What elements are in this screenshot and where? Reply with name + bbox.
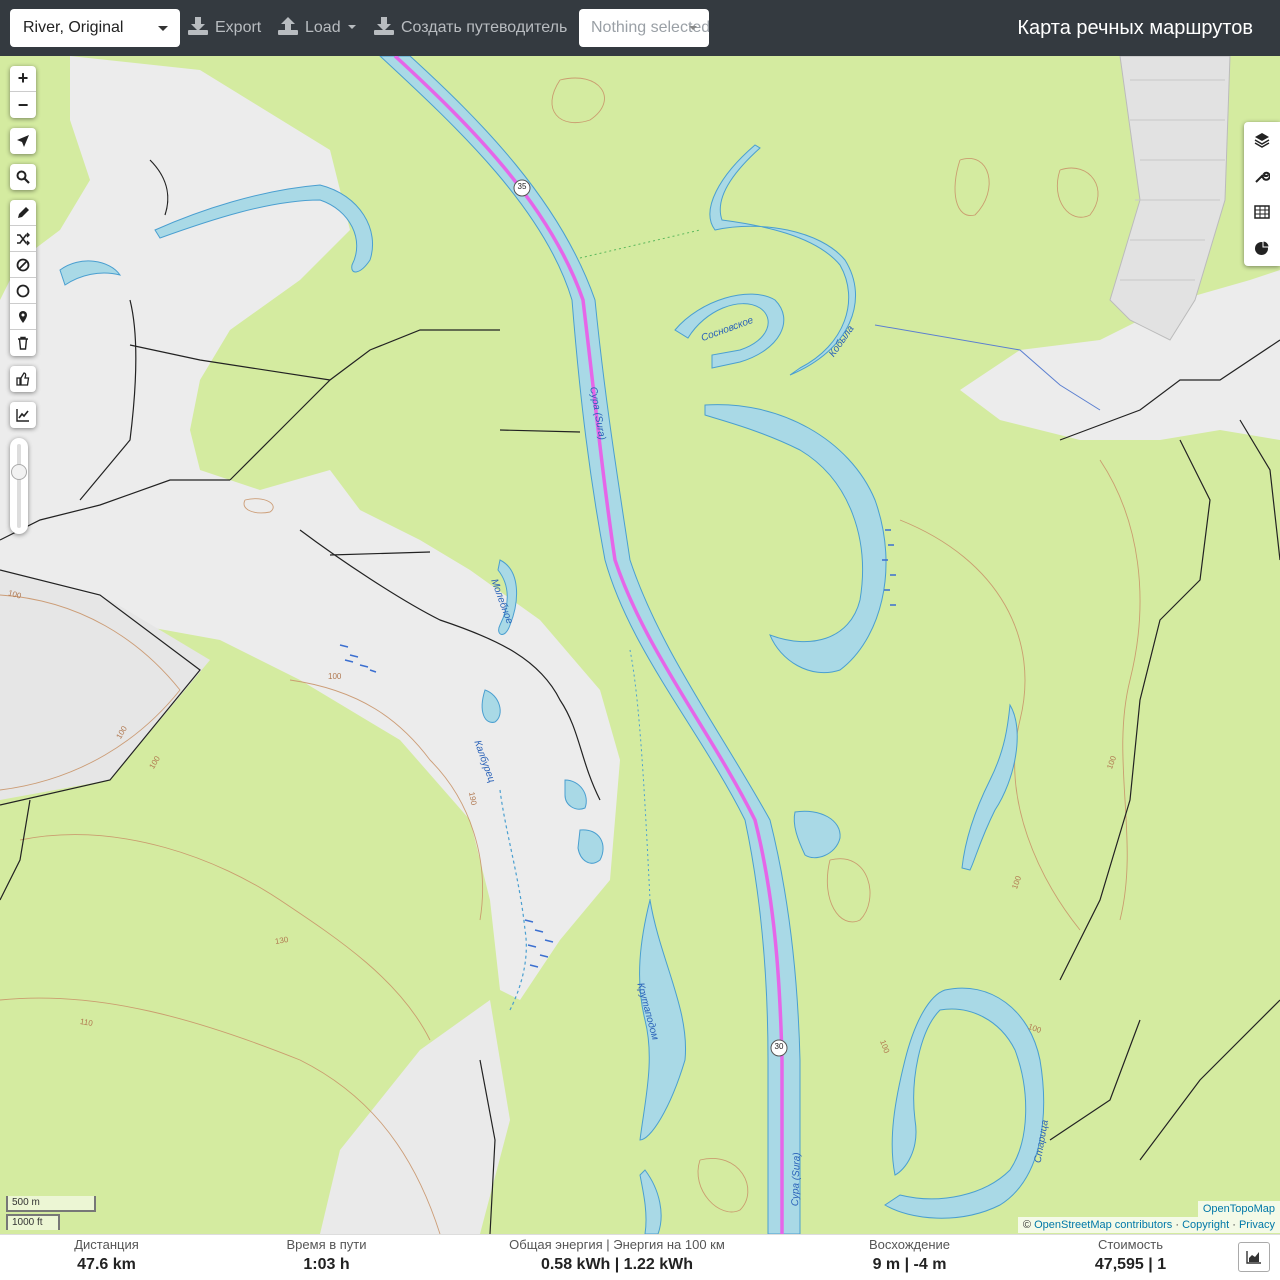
zoom-in-icon: + (17, 68, 29, 88)
opacity-slider[interactable] (10, 438, 28, 534)
avoid-area-button[interactable] (10, 252, 36, 278)
trash-icon (18, 336, 28, 350)
pencil-icon (18, 206, 29, 218)
chart-line-icon (16, 409, 29, 422)
create-guide-button[interactable]: Создать путеводитель (374, 9, 567, 47)
export-button[interactable]: Export (188, 9, 261, 47)
map-attribution: © OpenStreetMap contributors · Copyright… (1017, 1217, 1280, 1233)
km-marker-30: 30 (774, 1042, 784, 1051)
zoom-out-icon: − (17, 94, 29, 115)
stat-cost-label: Стоимость (1097, 1237, 1164, 1252)
download-icon (188, 17, 208, 35)
load-button[interactable]: Load (278, 9, 356, 47)
data-table-button[interactable] (1244, 194, 1280, 230)
locate-button[interactable] (10, 128, 36, 154)
app-title: Карта речных маршрутов (1017, 17, 1253, 39)
reverse-route-button[interactable] (10, 226, 36, 252)
export-label: Export (215, 19, 262, 36)
stat-energy-label: Общая энергия | Энергия на 100 км (509, 1237, 725, 1252)
circle-icon (16, 284, 30, 297)
feedback-button[interactable] (10, 366, 36, 392)
stats-bar: Дистанция 47.6 km Время в пути 1:03 h Об… (0, 1234, 1280, 1280)
ban-icon (16, 258, 30, 271)
area-chart-icon (1246, 1251, 1261, 1264)
stat-time-value: 1:03 h (303, 1256, 350, 1273)
pin-icon (19, 310, 27, 323)
search-icon (16, 170, 30, 184)
stat-energy-value: 0.58 kWh | 1.22 kWh (540, 1256, 694, 1273)
right-toolbar (1244, 122, 1280, 266)
draw-toolbar (10, 200, 36, 356)
osm-link[interactable]: OpenStreetMap contributors (1034, 1219, 1172, 1231)
delete-route-button[interactable] (10, 330, 36, 356)
stat-cost-value: 47,595 | 1 (1094, 1256, 1167, 1273)
stat-time-label: Время в пути (286, 1237, 367, 1252)
table-icon (1254, 205, 1270, 219)
locate-icon (17, 135, 29, 147)
zoom-out-button[interactable]: − (10, 92, 36, 118)
scale-imperial: 1000 ft (6, 1214, 60, 1230)
map-view[interactable]: 35 30 Сура (Sura) Сура (Sura) Сосновское… (0, 56, 1280, 1234)
stat-energy: Общая энергия | Энергия на 100 км 0.58 k… (492, 1236, 742, 1276)
stat-time: Время в пути 1:03 h (260, 1236, 393, 1276)
layers-button[interactable] (1244, 122, 1280, 158)
elevation-button[interactable] (10, 402, 36, 428)
profile-select-value: River, Original (23, 19, 124, 36)
km-marker-35: 35 (517, 182, 527, 191)
pie-chart-icon (1255, 240, 1270, 255)
map-tiles[interactable] (0, 56, 1280, 1234)
scale-metric: 500 m (6, 1196, 96, 1212)
circle-tool-button[interactable] (10, 278, 36, 304)
tile-attribution: OpenTopoMap (1197, 1201, 1280, 1217)
profile-select[interactable]: River, Original (10, 9, 180, 47)
selection-dropdown[interactable]: Nothing selected (579, 9, 709, 47)
elevation-control (10, 402, 36, 428)
stat-ascent-value: 9 m | -4 m (872, 1256, 947, 1273)
upload-icon (278, 17, 298, 35)
stat-cost: Стоимость 47,595 | 1 (1064, 1236, 1197, 1276)
stat-ascent: Восхождение 9 m | -4 m (843, 1236, 976, 1276)
layers-icon (1254, 133, 1270, 148)
top-navbar: River, Original Export Load Создать путе… (0, 0, 1280, 56)
zoom-in-button[interactable]: + (10, 66, 36, 92)
elevation-chart-button[interactable] (1238, 1242, 1270, 1272)
zoom-control: + − (10, 66, 36, 118)
stat-distance-label: Дистанция (74, 1237, 139, 1252)
locate-control (10, 128, 36, 154)
stat-distance: Дистанция 47.6 km (40, 1236, 173, 1276)
settings-button[interactable] (1244, 158, 1280, 194)
opentopomap-link[interactable]: OpenTopoMap (1203, 1203, 1275, 1215)
chevron-down-icon (158, 26, 168, 31)
poi-tool-button[interactable] (10, 304, 36, 330)
slider-track (17, 444, 21, 528)
analysis-button[interactable] (1244, 230, 1280, 266)
create-guide-label: Создать путеводитель (401, 19, 568, 36)
stat-ascent-label: Восхождение (868, 1237, 951, 1252)
wrench-icon (1255, 171, 1270, 183)
draw-route-button[interactable] (10, 200, 36, 226)
caret-down-icon (347, 25, 356, 29)
search-button[interactable] (10, 164, 36, 190)
caret-down-icon (689, 26, 697, 30)
stat-distance-value: 47.6 km (77, 1256, 136, 1273)
contour-label: 100 (328, 672, 342, 681)
load-label: Load (305, 19, 341, 36)
copyright-link[interactable]: Copyright (1182, 1219, 1229, 1231)
label-sura-bottom: Сура (Sura) (790, 1152, 803, 1207)
download-icon (374, 17, 394, 35)
vote-control (10, 366, 36, 392)
slider-handle[interactable] (11, 464, 27, 480)
thumbs-up-icon (16, 372, 30, 386)
privacy-link[interactable]: Privacy (1239, 1219, 1275, 1231)
search-control (10, 164, 36, 190)
shuffle-icon (17, 232, 30, 245)
